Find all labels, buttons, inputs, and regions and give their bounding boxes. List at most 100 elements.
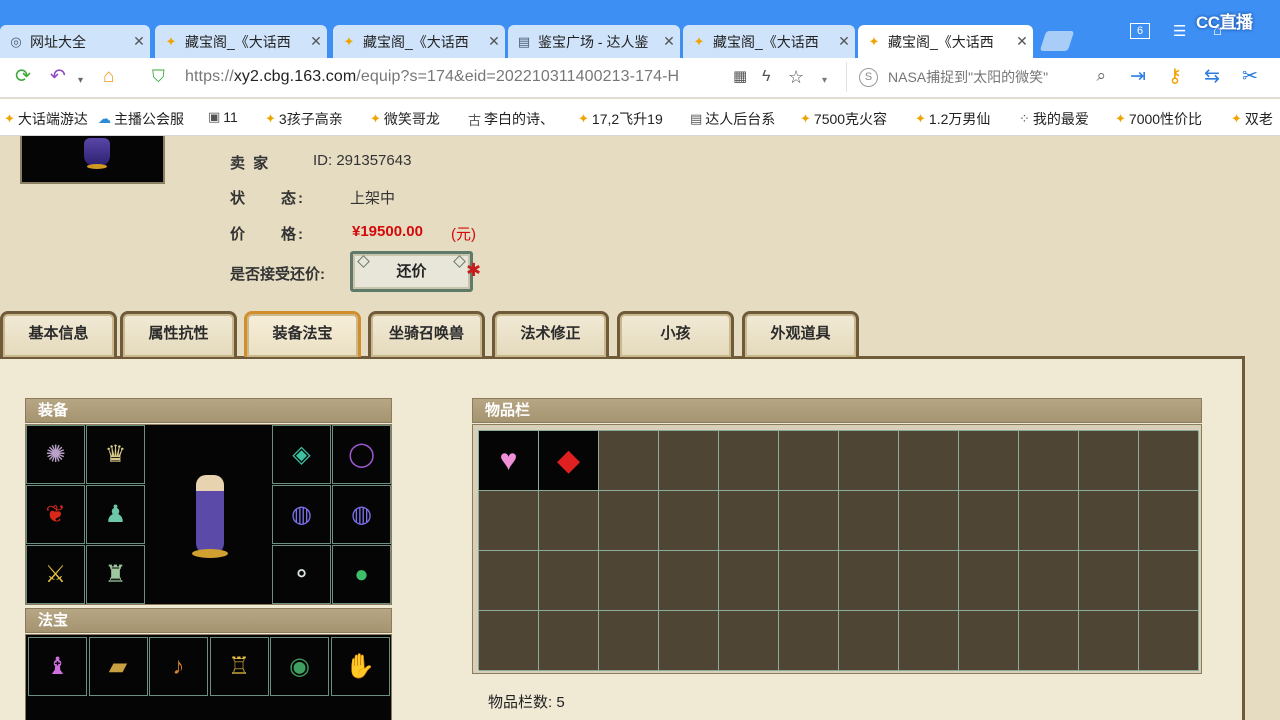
inventory-cell[interactable] [479,491,539,551]
reload-icon[interactable]: ⟳ [15,66,31,88]
chevron-down-icon[interactable]: ▾ [78,70,83,92]
inventory-cell[interactable] [899,551,959,611]
bookmark-item[interactable]: ▣ 11 [208,109,238,125]
browser-tab[interactable]: ▤ 鉴宝广场 - 达人鉴 ✕ [508,25,680,58]
inventory-cell[interactable] [1079,491,1139,551]
inventory-cell[interactable] [1019,551,1079,611]
inventory-cell[interactable] [539,611,599,671]
bookmark-item[interactable]: ✦ 1.2万男仙 [915,109,990,129]
bracelet-item[interactable]: ⚬ [272,545,331,604]
inventory-cell[interactable] [1139,611,1199,671]
inventory-cell[interactable] [779,611,839,671]
close-icon[interactable]: ✕ [483,33,505,50]
inventory-cell[interactable] [839,611,899,671]
bookmark-item[interactable]: ⁘ 我的最爱 [1019,109,1089,129]
inventory-cell[interactable] [1139,431,1199,491]
inventory-cell[interactable] [899,431,959,491]
ring-item[interactable]: ◍ [272,485,331,544]
game-tab[interactable]: 小孩 [617,311,734,357]
lightning-icon[interactable]: ϟ [762,66,770,88]
lantern-item[interactable]: ♝ [28,637,87,696]
game-tab[interactable]: 基本信息 [0,311,117,357]
inventory-cell[interactable] [839,431,899,491]
login-icon[interactable]: ⇥ [1130,66,1146,88]
close-icon[interactable]: ✕ [1011,33,1033,50]
inventory-cell[interactable] [659,551,719,611]
inventory-cell[interactable] [719,491,779,551]
inventory-cell[interactable] [839,551,899,611]
browser-tab[interactable]: ✦ 藏宝阁_《大话西 ✕ [333,25,505,58]
pink-heart-item[interactable]: ♥ [479,431,539,491]
home-icon[interactable]: ⌂ [103,66,114,88]
inventory-cell[interactable] [839,491,899,551]
necklace-item[interactable]: ◯ [332,425,391,484]
inventory-cell[interactable] [959,431,1019,491]
inventory-cell[interactable] [479,611,539,671]
inventory-cell[interactable] [719,611,779,671]
close-icon[interactable]: ✕ [658,33,680,50]
close-icon[interactable]: ✕ [128,33,150,50]
jade-orb-item[interactable]: ● [332,545,391,604]
inventory-cell[interactable] [1079,551,1139,611]
bookmark-item[interactable]: 古李白的诗、 [468,109,554,129]
browser-tab[interactable]: ✦ 藏宝阁_《大话西 ✕ [155,25,327,58]
inventory-cell[interactable] [1019,611,1079,671]
url-field[interactable]: https://xy2.cbg.163.com/equip?s=174&eid=… [185,68,725,86]
ring-item[interactable]: ◍ [332,485,391,544]
game-tab[interactable]: 属性抗性 [120,311,237,357]
chevron-down-icon[interactable]: ▾ [822,70,827,92]
browser-tab[interactable]: ◎ 网址大全 ✕ [0,25,150,58]
game-tab[interactable]: 外观道具 [742,311,859,357]
bookmark-item[interactable]: ✦ 微笑哥龙 [370,109,440,129]
mirror-item[interactable]: ◉ [270,637,329,696]
bookmark-item[interactable]: ✦ 双老 [1231,109,1273,129]
new-tab-button[interactable] [1039,31,1075,51]
green-armor-item[interactable]: ♟ [86,485,145,544]
tentacle-item[interactable]: ✺ [26,425,85,484]
search-input[interactable] [888,69,1088,85]
inventory-cell[interactable] [1079,431,1139,491]
undo-icon[interactable]: ↶ [50,66,66,88]
inventory-cell[interactable] [899,491,959,551]
scissors-icon[interactable]: ✂ [1242,66,1258,88]
boots-item[interactable]: ♜ [86,545,145,604]
inventory-cell[interactable] [539,491,599,551]
inventory-cell[interactable] [659,611,719,671]
inventory-cell[interactable] [1019,431,1079,491]
inventory-cell[interactable] [779,551,839,611]
inventory-cell[interactable] [539,551,599,611]
close-icon[interactable]: ✕ [305,33,327,50]
inventory-cell[interactable] [1139,551,1199,611]
bookmark-item[interactable]: ✦ 17,2飞升19 [578,109,663,129]
tab-count-badge[interactable]: 6 [1130,23,1150,39]
bookmark-item[interactable]: ✦ 大话端游达 [4,109,88,129]
menu-icon[interactable]: ☰ [1173,22,1186,40]
inventory-cell[interactable] [779,491,839,551]
bookmark-item[interactable]: ▤ 达人后台系 [690,109,775,129]
search-icon[interactable]: ⌕ [1096,66,1106,86]
red-cape-item[interactable]: ❦ [26,485,85,544]
helmet-item[interactable]: ♛ [86,425,145,484]
seal-item[interactable]: ▰ [88,637,148,696]
game-tab[interactable]: 坐骑召唤兽 [368,311,485,357]
bookmark-item[interactable]: ✦ 7000性价比 [1115,109,1202,129]
search-engine-icon[interactable]: S [859,67,878,87]
inventory-cell[interactable] [599,491,659,551]
translate-icon[interactable]: ⇆ [1204,66,1220,88]
pipa-item[interactable]: ♪ [149,637,208,696]
game-tab[interactable]: 装备法宝 [244,311,361,357]
gold-weapon-item[interactable]: ⚔ [26,545,85,604]
red-gem-item[interactable]: ◆ [539,431,599,491]
inventory-cell[interactable] [1079,611,1139,671]
key-icon[interactable]: ⚷ [1168,66,1182,88]
counter-offer-button[interactable]: 还价 [350,251,473,292]
inventory-cell[interactable] [659,491,719,551]
browser-tab[interactable]: ✦ 藏宝阁_《大话西 ✕ [858,25,1033,58]
inventory-cell[interactable] [779,431,839,491]
inventory-cell[interactable] [599,611,659,671]
inventory-cell[interactable] [719,551,779,611]
qr-code-icon[interactable]: ▦ [733,66,747,88]
inventory-cell[interactable] [1139,491,1199,551]
inventory-cell[interactable] [899,611,959,671]
bookmark-item[interactable]: ✦ 7500克火容 [800,109,887,129]
